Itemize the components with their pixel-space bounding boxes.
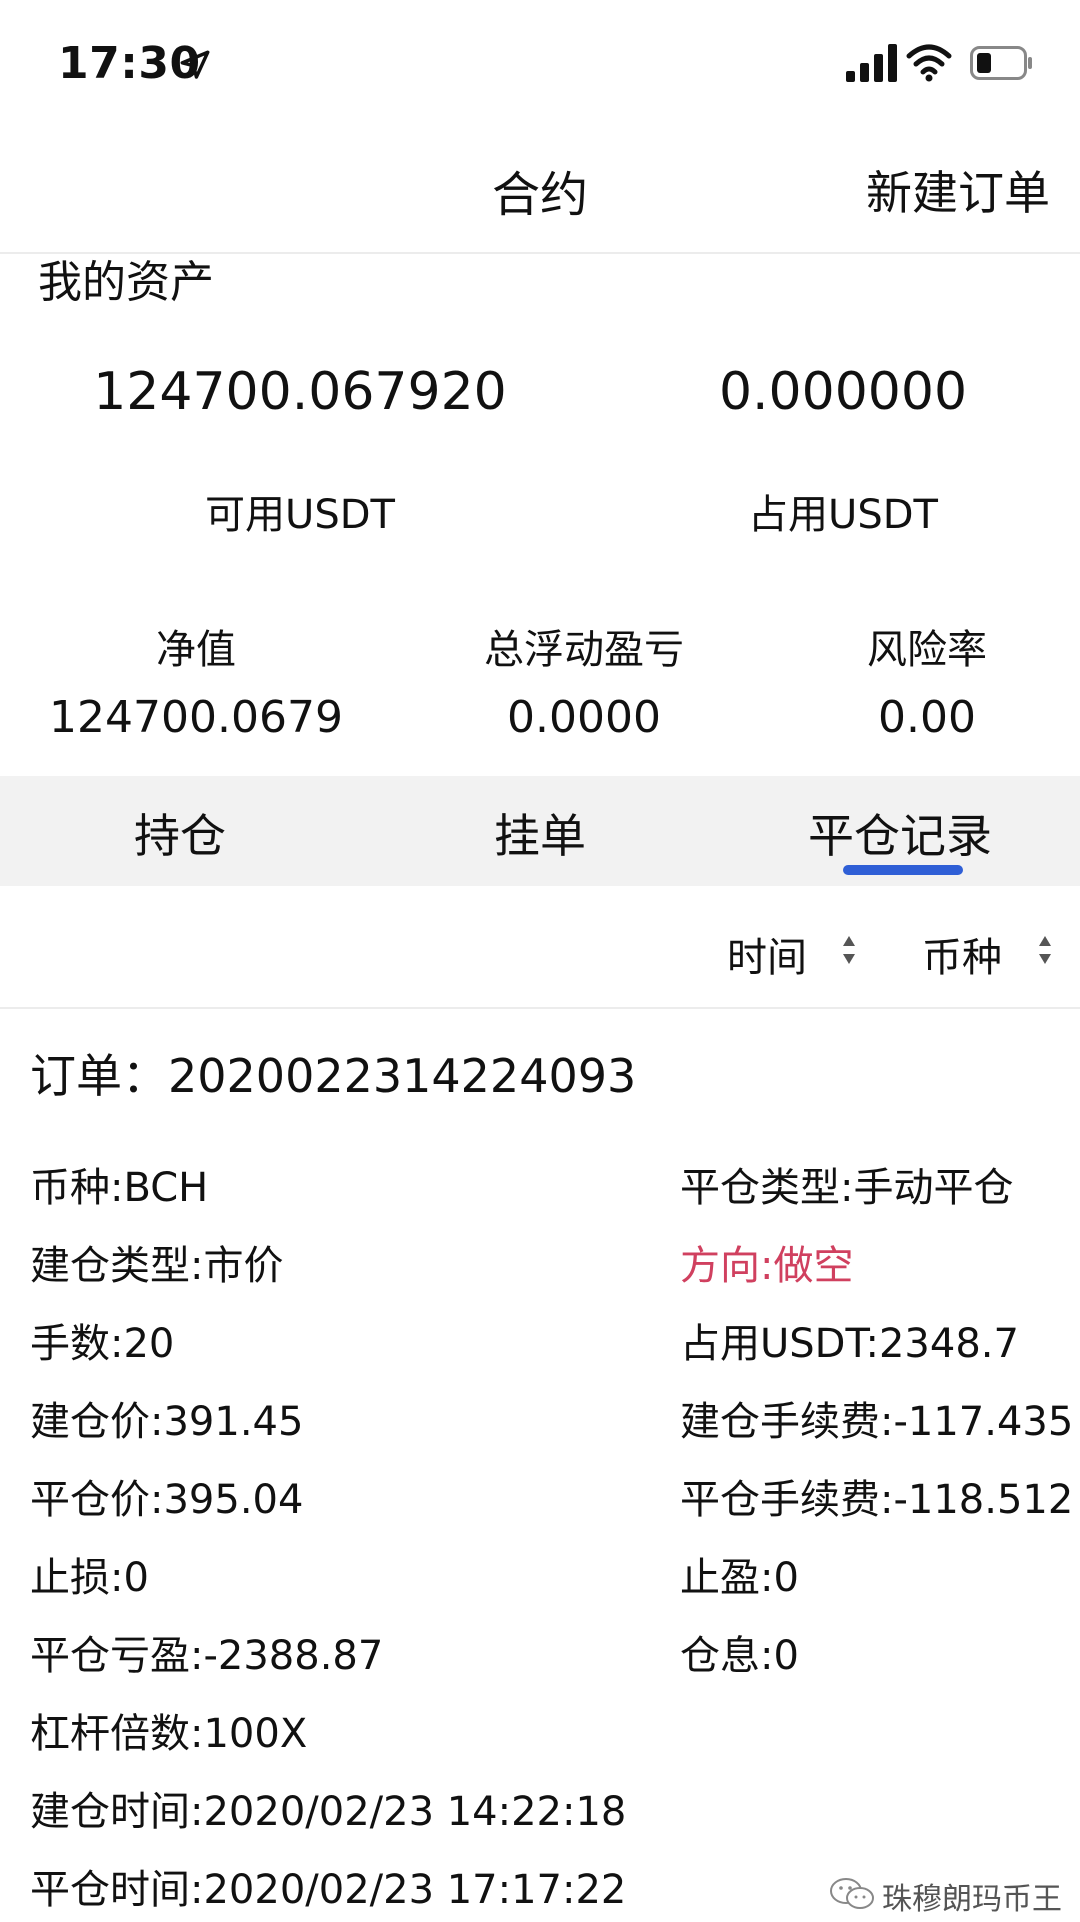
available-usdt-value: 124700.067920	[93, 362, 507, 422]
order-close-pnl: 平仓亏盈:-2388.87	[30, 1633, 384, 1679]
floating-pnl-label: 总浮动盈亏	[484, 627, 684, 673]
active-tab-indicator	[843, 865, 963, 875]
sort-time-icon	[843, 936, 855, 964]
order-leverage: 杠杆倍数:100X	[30, 1711, 308, 1757]
tab-positions[interactable]: 持仓	[0, 800, 360, 866]
tab-close-records[interactable]: 平仓记录	[720, 800, 1080, 866]
location-arrow-icon	[180, 50, 210, 79]
order-open-price: 建仓价:391.45	[30, 1399, 304, 1445]
order-open-time: 建仓时间:2020/02/23 14:22:18	[30, 1789, 627, 1835]
order-interest: 仓息:0	[680, 1633, 799, 1679]
new-order-button[interactable]: 新建订单	[866, 157, 1050, 223]
occupied-usdt-value: 0.000000	[718, 362, 968, 422]
order-close-time: 平仓时间:2020/02/23 17:17:22	[30, 1867, 627, 1913]
order-close-type: 平仓类型:手动平仓	[680, 1165, 1014, 1211]
occupied-usdt-label: 占用USDT	[748, 492, 938, 538]
signal-icon	[846, 44, 898, 82]
order-take-profit: 止盈:0	[680, 1555, 799, 1601]
assets-section-title: 我的资产	[38, 257, 214, 308]
watermark-text: 珠穆朗玛币王	[882, 1882, 1062, 1917]
battery-icon	[970, 46, 1032, 80]
net-value: 124700.0679	[49, 692, 343, 743]
order-open-fee: 建仓手续费:-117.435	[680, 1399, 1074, 1445]
order-id: 订单：20200223142240​93	[30, 1049, 637, 1103]
sort-coin-icon	[1039, 936, 1051, 964]
risk-rate-label: 风险率	[867, 627, 987, 673]
available-usdt-label: 可用USDT	[205, 492, 395, 538]
sort-by-time-button[interactable]: 时间	[727, 925, 807, 983]
wifi-icon	[906, 44, 952, 82]
order-lots: 手数:20	[30, 1321, 175, 1367]
order-coin: 币种:BCH	[30, 1165, 209, 1211]
floating-pnl-value: 0.0000	[507, 692, 661, 743]
order-occupied-usdt: 占用USDT:2348.7	[680, 1321, 1019, 1367]
order-close-fee: 平仓手续费:-118.512	[680, 1477, 1074, 1523]
risk-rate-value: 0.00	[878, 692, 976, 743]
order-stop-loss: 止损:0	[30, 1555, 149, 1601]
tab-pending-orders[interactable]: 挂单	[360, 800, 720, 866]
order-close-price: 平仓价:395.04	[30, 1477, 304, 1523]
wechat-icon	[830, 1878, 874, 1909]
sort-by-coin-button[interactable]: 币种	[922, 925, 1002, 983]
net-value-label: 净值	[156, 627, 236, 673]
filter-divider	[0, 1007, 1080, 1009]
order-direction: 方向:做空	[680, 1243, 854, 1289]
order-open-type: 建仓类型:市价	[30, 1243, 284, 1289]
